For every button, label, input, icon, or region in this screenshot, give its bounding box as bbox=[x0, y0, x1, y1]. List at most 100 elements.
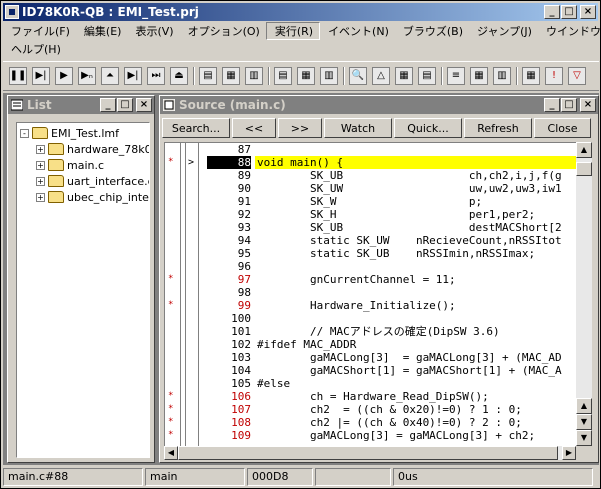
source-line[interactable]: 90 SK_UW uw,uw2,uw3,iw1 bbox=[165, 182, 576, 195]
sfr-icon[interactable]: ▥ bbox=[318, 65, 340, 87]
scroll-page-down-arrow[interactable]: ▼ bbox=[576, 414, 592, 430]
calc-icon[interactable]: ▦ bbox=[520, 65, 542, 87]
source-line[interactable]: * 108 ch2 |= ((ch & 0x40)!=0) ? 2 : 0; bbox=[165, 416, 576, 429]
run-ret-icon[interactable]: ▶| bbox=[30, 65, 52, 87]
menu-item-4[interactable]: 実行(R) bbox=[265, 22, 321, 40]
source-line[interactable]: * 99 Hardware_Initialize(); bbox=[165, 299, 576, 312]
expand-icon[interactable]: + bbox=[36, 144, 45, 154]
source-line[interactable]: 103 gaMACLong[3] = gaMACLong[3] + (MAC_A… bbox=[165, 351, 576, 364]
tree-node[interactable]: + main.c bbox=[36, 158, 104, 172]
breakpoint-marker[interactable]: * bbox=[168, 273, 173, 286]
watch-button[interactable]: Watch bbox=[324, 118, 392, 138]
scroll-left-arrow[interactable]: ◀ bbox=[164, 446, 178, 460]
menu-item-7[interactable]: ジャンプ(J) bbox=[469, 23, 538, 39]
maximize-button[interactable]: □ bbox=[561, 5, 577, 19]
source-line[interactable]: 101 // MACアドレスの確定(DipSW 3.6) bbox=[165, 325, 576, 338]
var-icon[interactable]: ≡ bbox=[445, 65, 467, 87]
expand-icon[interactable]: + bbox=[36, 176, 45, 186]
collapse-icon[interactable]: - bbox=[20, 128, 29, 138]
event-icon[interactable]: ▦ bbox=[393, 65, 415, 87]
menu-item-0[interactable]: ファイル(F) bbox=[3, 23, 76, 39]
source-minimize-button[interactable]: _ bbox=[544, 98, 560, 112]
breakpoint-marker[interactable]: * bbox=[168, 429, 173, 442]
source-line[interactable]: 98 bbox=[165, 286, 576, 299]
scroll-down-arrow[interactable]: ▼ bbox=[576, 430, 592, 446]
breakpoint-marker[interactable]: * bbox=[168, 299, 173, 312]
close-button[interactable]: × bbox=[580, 5, 596, 19]
breakpoint-marker[interactable]: * bbox=[168, 416, 173, 429]
source-line[interactable]: 95 static SK_UB nRSSImin,nRSSImax; bbox=[165, 247, 576, 260]
local-icon[interactable]: ▥ bbox=[491, 65, 513, 87]
menu-item-1[interactable]: 編集(E) bbox=[76, 23, 128, 39]
tree-node[interactable]: + uart_interface.c bbox=[36, 174, 149, 188]
search-button[interactable]: Search... bbox=[162, 118, 230, 138]
source-line[interactable]: 102 #ifdef MAC_ADDR bbox=[165, 338, 576, 351]
breakpoint-marker[interactable]: * bbox=[168, 156, 173, 169]
minimize-button[interactable]: _ bbox=[544, 5, 560, 19]
stack-icon[interactable]: ▤ bbox=[416, 65, 438, 87]
breakpoint-marker[interactable]: * bbox=[168, 390, 173, 403]
source-line[interactable]: * >88 void main() { bbox=[165, 156, 576, 169]
source-line[interactable]: 93 SK_UB destMACShort[2 bbox=[165, 221, 576, 234]
source-vscrollbar[interactable]: ▲ ▲ ▼ ▼ bbox=[576, 142, 592, 446]
menu-item-2[interactable]: 表示(V) bbox=[127, 23, 179, 39]
source-line[interactable]: 89 SK_UB ch,ch2,i,j,f(g bbox=[165, 169, 576, 182]
source-window-titlebar[interactable]: Source (main.c) _ □ × bbox=[160, 96, 598, 114]
source-close-button[interactable]: × bbox=[580, 98, 596, 112]
eject-icon[interactable]: ⏏ bbox=[168, 65, 190, 87]
next-button[interactable]: >> bbox=[278, 118, 322, 138]
find-icon[interactable]: 🔍 bbox=[347, 65, 369, 87]
watch-icon[interactable]: ▦ bbox=[468, 65, 490, 87]
return-icon[interactable]: ⏭ bbox=[145, 65, 167, 87]
step-over-icon[interactable]: ⏶ bbox=[99, 65, 121, 87]
breakpoint-marker[interactable]: * bbox=[168, 403, 173, 416]
source-line[interactable]: 91 SK_W p; bbox=[165, 195, 576, 208]
menu-item-6[interactable]: ブラウズ(B) bbox=[395, 23, 469, 39]
source-line[interactable]: 100 bbox=[165, 312, 576, 325]
source-line[interactable]: * 109 gaMACLong[3] = gaMACLong[3] + ch2; bbox=[165, 429, 576, 442]
warn-icon[interactable]: ! bbox=[543, 65, 565, 87]
source-line[interactable]: * 106 ch = Hardware_Read_DipSW(); bbox=[165, 390, 576, 403]
menu-item-help[interactable]: ヘルプ(H) bbox=[3, 41, 67, 57]
trace-icon[interactable]: △ bbox=[370, 65, 392, 87]
file-tree[interactable]: - EMI_Test.lmf + hardware_78k0r. + main.c + uar… bbox=[16, 122, 150, 458]
source-icon[interactable]: ▦ bbox=[220, 65, 242, 87]
expand-icon[interactable]: + bbox=[36, 160, 45, 170]
scroll-right-arrow[interactable]: ▶ bbox=[562, 446, 576, 460]
quick-button[interactable]: Quick... bbox=[394, 118, 462, 138]
menu-item-5[interactable]: イベント(N) bbox=[320, 23, 395, 39]
refresh-button[interactable]: Refresh bbox=[464, 118, 532, 138]
source-view[interactable]: 87 * >88 void main() {89 SK_UB ch,ch2,i,j,f… bbox=[164, 142, 576, 446]
step-into-icon[interactable]: ▶| bbox=[122, 65, 144, 87]
step-n-icon[interactable]: ▶ₙ bbox=[76, 65, 98, 87]
source-line[interactable]: 104 gaMACShort[1] = gaMACShort[1] + (MAC… bbox=[165, 364, 576, 377]
tree-node[interactable]: + ubec_chip_interf bbox=[36, 190, 149, 204]
tree-node[interactable]: + hardware_78k0r. bbox=[36, 142, 149, 156]
source-line[interactable]: 94 static SK_UW nRecieveCount,nRSSItot bbox=[165, 234, 576, 247]
menu-item-8[interactable]: ウインドウ(W) bbox=[538, 23, 601, 39]
scroll-thumb[interactable] bbox=[576, 162, 592, 176]
source-line[interactable]: 105 #else bbox=[165, 377, 576, 390]
source-line[interactable]: * 107 ch2 = ((ch & 0x20)!=0) ? 1 : 0; bbox=[165, 403, 576, 416]
close-source-button[interactable]: Close bbox=[534, 118, 591, 138]
scroll-page-up-arrow[interactable]: ▲ bbox=[576, 398, 592, 414]
source-line[interactable]: * 97 gnCurrentChannel = 11; bbox=[165, 273, 576, 286]
stop-icon[interactable]: ❚❚ bbox=[7, 65, 29, 87]
source-line[interactable]: 96 bbox=[165, 260, 576, 273]
break-icon[interactable]: ▽ bbox=[566, 65, 588, 87]
source-hscrollbar[interactable]: ◀ ▶ bbox=[164, 446, 576, 460]
list-close-button[interactable]: × bbox=[136, 98, 152, 112]
prev-button[interactable]: << bbox=[232, 118, 276, 138]
scroll-up-arrow[interactable]: ▲ bbox=[576, 142, 592, 158]
disasm-icon[interactable]: ▥ bbox=[243, 65, 265, 87]
source-line[interactable]: 92 SK_H per1,per2; bbox=[165, 208, 576, 221]
menu-item-3[interactable]: オプション(O) bbox=[180, 23, 266, 39]
tree-node[interactable]: - EMI_Test.lmf bbox=[20, 126, 119, 140]
register-icon[interactable]: ▦ bbox=[295, 65, 317, 87]
expand-icon[interactable]: + bbox=[36, 192, 45, 202]
source-line[interactable]: 87 bbox=[165, 143, 576, 156]
project-icon[interactable]: ▤ bbox=[197, 65, 219, 87]
list-window-titlebar[interactable]: List _ □ × bbox=[8, 96, 154, 114]
list-maximize-button[interactable]: □ bbox=[117, 98, 133, 112]
hscroll-thumb[interactable] bbox=[178, 446, 558, 460]
